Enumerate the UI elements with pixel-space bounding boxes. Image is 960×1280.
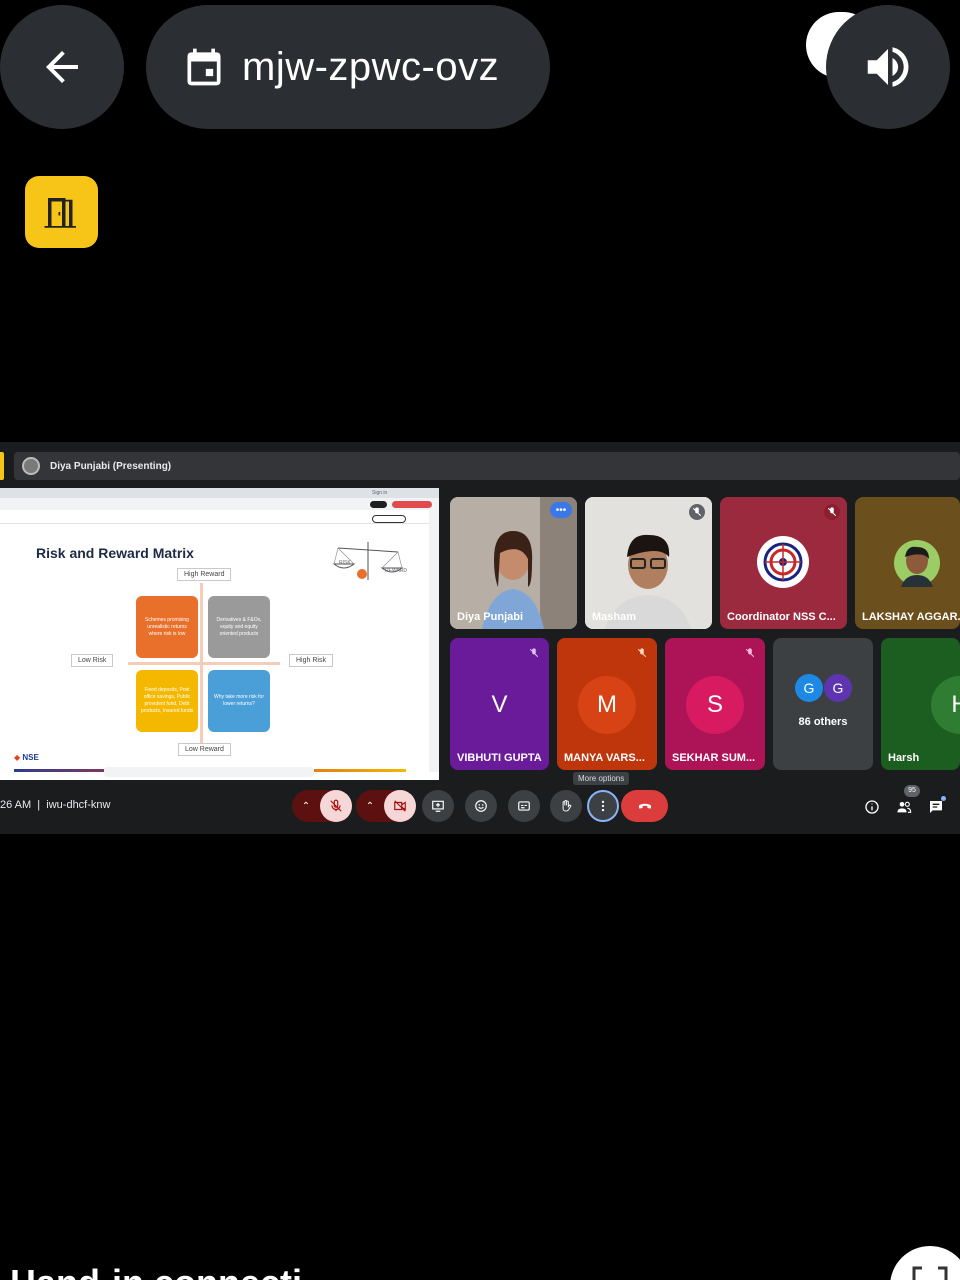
people-button[interactable] [894,798,914,816]
nss-logo-icon [757,536,809,588]
avatar [894,540,940,587]
presentation-chip [0,452,4,480]
door-exit-icon [44,198,76,228]
participant-name: MANYA VARS... [564,752,645,764]
participant-tile-vibhuti[interactable]: V VIBHUTI GUPTA [450,638,549,770]
speaking-indicator-icon: ••• [550,502,572,518]
participant-name: Masham [592,611,637,623]
quadrant-high-reward-high-risk: Derivatives & F&Os, equity and equity or… [208,596,270,658]
camera-off-icon[interactable] [384,790,416,822]
presenter-label: Diya Punjabi (Presenting) [50,460,172,472]
browser-sub-bar [0,512,430,524]
slide-title: Risk and Reward Matrix [36,545,194,561]
avatar: G [795,674,823,702]
participant-name: Harsh [888,752,920,764]
quadrant-high-reward-low-risk: Schemes promising unrealistic returns wh… [136,596,198,658]
chat-icon [930,801,942,813]
avatar: M [578,676,636,734]
mic-off-icon [689,504,705,520]
presenter-bar[interactable]: Diya Punjabi (Presenting) [14,452,960,480]
info-icon [865,800,879,814]
people-icon [897,801,912,813]
chevron-up-icon[interactable]: ⌃ [356,801,384,812]
chat-button[interactable] [926,796,946,816]
participant-tile-coordinator[interactable]: Coordinator NSS C... [720,497,847,629]
more-options-button[interactable] [587,790,619,822]
browser-pill [372,515,406,523]
speaker-button[interactable] [826,5,950,129]
calendar-icon [187,48,221,86]
participant-name: LAKSHAY AGGAR... [862,611,960,623]
mic-off-icon[interactable] [320,790,352,822]
raise-hand-icon [562,799,572,812]
others-count: 86 others [798,716,848,728]
browser-share-button [370,501,387,508]
meeting-code-pill[interactable]: mjw-zpwc-ovz [146,5,550,129]
meeting-time: 26 AM | iwu-dhcf-knw [0,799,111,811]
quadrant-low-reward-low-risk: Fixed deposits, Post office savings, Pub… [136,670,198,732]
back-button[interactable] [0,5,124,129]
participant-name: SEKHAR SUM... [672,752,756,764]
browser-sign-in: Sign in [372,490,388,496]
arrow-left-icon [46,51,78,83]
others-tile[interactable]: G G 86 others [773,638,873,770]
mic-off-icon [526,645,542,661]
browser-side-toolbar [429,510,439,772]
high-risk-label: High Risk [289,654,333,667]
captions-button[interactable] [508,790,540,822]
end-call-button[interactable] [621,790,668,822]
avatar: H [931,676,960,734]
participant-tile-harsh[interactable]: H Harsh [881,638,960,770]
mic-group[interactable]: ⌃ [292,790,352,822]
present-icon [432,800,444,812]
presenter-avatar [22,457,40,475]
chevron-up-icon[interactable]: ⌃ [292,801,320,812]
horizontal-axis [128,662,280,665]
camera-group[interactable]: ⌃ [356,790,416,822]
participant-count-badge: 95 [904,785,920,797]
scale-reward-label: REWARD [385,568,408,574]
captions-icon [518,801,530,811]
participant-name: VIBHUTI GUPTA [457,752,542,764]
browser-ai-button [392,501,432,508]
mic-off-icon [824,504,840,520]
low-reward-label: Low Reward [178,743,231,756]
participant-tile-manya[interactable]: M MANYA VARS... [557,638,657,770]
participant-tile-diya[interactable]: ••• Diya Punjabi [450,497,577,629]
raise-hand-button[interactable] [550,790,582,822]
leave-room-button[interactable] [25,176,98,248]
avatar: V [470,676,529,734]
mic-off-icon [634,645,650,661]
meeting-window: Diya Punjabi (Presenting) Sign in Risk a… [0,442,960,834]
low-risk-label: Low Risk [71,654,114,667]
end-call-icon [638,803,651,809]
participant-tile-lakshay[interactable]: LAKSHAY AGGAR... [855,497,960,629]
participant-name: Coordinator NSS C... [727,611,836,623]
fullscreen-icon [912,1266,948,1280]
emoji-icon [475,800,487,812]
fullscreen-button[interactable] [890,1246,960,1280]
bottom-caption: Hand-in connecti... [10,1262,332,1280]
vertical-axis [200,583,203,748]
chat-dot [941,796,946,801]
avatar: G [824,674,852,702]
more-vert-icon [601,800,605,812]
info-button[interactable] [862,798,882,816]
high-reward-label: High Reward [177,568,232,581]
participant-tile-sekhar[interactable]: S SEKHAR SUM... [665,638,765,770]
reactions-button[interactable] [465,790,497,822]
browser-bottom-bar [104,767,314,777]
meeting-code: mjw-zpwc-ovz [242,44,500,89]
nse-logo: ◆ NSE [14,753,39,762]
participant-tile-masham[interactable]: Masham [585,497,712,629]
mic-off-icon [742,645,758,661]
shared-screen: Sign in Risk and Reward Matrix RISK REWA… [0,488,439,780]
more-options-tooltip: More options [573,772,630,785]
participant-name: Diya Punjabi [457,611,524,623]
scale-risk-label: RISK [339,560,351,566]
quadrant-low-reward-high-risk: Why take more risk for lower returns? [208,670,270,732]
avatar: S [686,676,744,734]
volume-icon [867,47,909,87]
present-button[interactable] [422,790,454,822]
